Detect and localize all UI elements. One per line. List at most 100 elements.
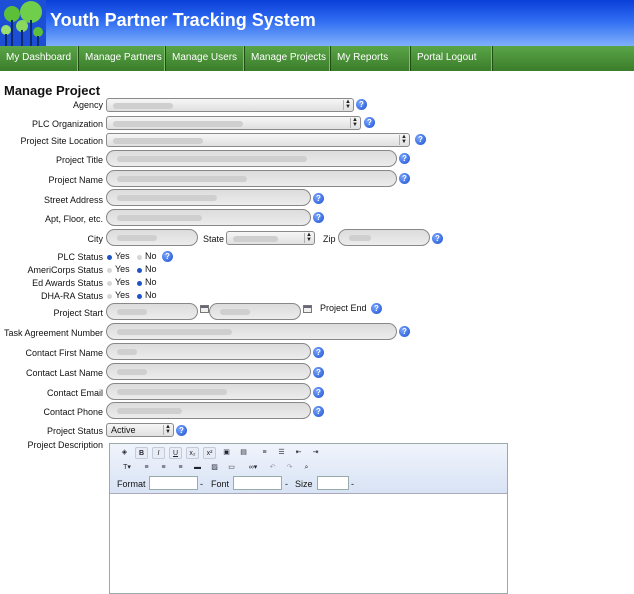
city-label: City bbox=[87, 234, 104, 244]
size-label: Size bbox=[295, 479, 313, 489]
paste-word-icon[interactable]: ▤ bbox=[237, 447, 250, 459]
align-center-icon[interactable]: ≡ bbox=[157, 462, 170, 474]
app-header: Youth Partner Tracking System bbox=[0, 0, 634, 46]
apt-floor-input[interactable] bbox=[106, 209, 311, 226]
underline-icon[interactable]: U bbox=[169, 447, 182, 459]
street-address-input[interactable] bbox=[106, 189, 311, 206]
project-name-help-icon[interactable]: ? bbox=[399, 173, 410, 184]
task-agreement-help-icon[interactable]: ? bbox=[399, 326, 410, 337]
bulleted-list-icon[interactable]: ☰ bbox=[275, 447, 288, 459]
size-dropdown-icon[interactable]: - bbox=[351, 479, 354, 489]
size-select[interactable] bbox=[317, 476, 349, 490]
align-right-icon[interactable]: ≡ bbox=[174, 462, 187, 474]
select-arrows-icon: ▲ ▼ bbox=[163, 424, 172, 435]
project-status-label: Project Status bbox=[46, 426, 103, 436]
task-agreement-label: Task Agreement Number bbox=[3, 328, 103, 338]
redo-icon[interactable]: ↷ bbox=[283, 462, 296, 474]
contact-phone-help-icon[interactable]: ? bbox=[313, 406, 324, 417]
calendar-icon[interactable] bbox=[303, 305, 312, 313]
plc-status-help-icon[interactable]: ? bbox=[162, 251, 173, 262]
project-title-input[interactable] bbox=[106, 150, 397, 167]
site-location-label: Project Site Location bbox=[20, 136, 103, 146]
contact-first-name-label: Contact First Name bbox=[25, 348, 103, 358]
editor-content-area[interactable] bbox=[110, 494, 507, 593]
agency-help-icon[interactable]: ? bbox=[356, 99, 367, 110]
font-select[interactable] bbox=[233, 476, 282, 490]
plc-status-yes-label: Yes bbox=[115, 251, 130, 261]
nav-my-reports[interactable]: My Reports bbox=[331, 46, 411, 71]
align-left-icon[interactable]: ≡ bbox=[140, 462, 153, 474]
state-select[interactable]: ▲ ▼ bbox=[226, 231, 315, 245]
zip-input[interactable] bbox=[338, 229, 430, 246]
project-status-help-icon[interactable]: ? bbox=[176, 425, 187, 436]
nav-manage-partners[interactable]: Manage Partners bbox=[79, 46, 166, 71]
project-start-input[interactable] bbox=[106, 303, 198, 320]
subscript-icon[interactable]: x₂ bbox=[186, 447, 199, 459]
table-icon[interactable]: ▭ bbox=[225, 462, 238, 474]
superscript-icon[interactable]: x² bbox=[203, 447, 216, 459]
source-icon[interactable]: ◈ bbox=[118, 447, 131, 459]
project-end-label: Project End bbox=[320, 303, 367, 313]
task-agreement-input[interactable] bbox=[106, 323, 397, 340]
contact-last-name-help-icon[interactable]: ? bbox=[313, 367, 324, 378]
zip-label: Zip bbox=[323, 234, 336, 244]
font-dropdown-icon[interactable]: - bbox=[285, 479, 288, 489]
project-title-help-icon[interactable]: ? bbox=[399, 153, 410, 164]
site-location-help-icon[interactable]: ? bbox=[415, 134, 426, 145]
image-icon[interactable]: ▨ bbox=[208, 462, 221, 474]
plc-status-no-radio[interactable] bbox=[137, 255, 142, 260]
nav-manage-projects[interactable]: Manage Projects bbox=[245, 46, 331, 71]
plc-organization-help-icon[interactable]: ? bbox=[364, 117, 375, 128]
city-input[interactable] bbox=[106, 229, 198, 246]
paste-icon[interactable]: ▣ bbox=[220, 447, 233, 459]
agency-select[interactable]: ▲ ▼ bbox=[106, 98, 354, 112]
outdent-icon[interactable]: ⇤ bbox=[292, 447, 305, 459]
nav-portal-logout[interactable]: Portal Logout bbox=[411, 46, 493, 71]
find-icon[interactable]: ⌕ bbox=[300, 462, 313, 474]
site-location-select[interactable]: ▲ ▼ bbox=[106, 133, 410, 147]
street-address-help-icon[interactable]: ? bbox=[313, 193, 324, 204]
calendar-icon[interactable] bbox=[200, 305, 209, 313]
project-status-select[interactable]: Active ▲ ▼ bbox=[106, 423, 174, 437]
americorps-no-radio[interactable] bbox=[137, 268, 142, 273]
bold-icon[interactable]: B bbox=[135, 447, 148, 459]
select-arrows-icon: ▲ ▼ bbox=[350, 117, 359, 128]
agency-label: Agency bbox=[72, 100, 103, 110]
contact-email-input[interactable] bbox=[106, 383, 311, 400]
link-icon[interactable]: ∞▾ bbox=[244, 462, 262, 474]
city-state-zip-help-icon[interactable]: ? bbox=[432, 233, 443, 244]
justify-icon[interactable]: ▬ bbox=[191, 462, 204, 474]
plc-organization-label: PLC Organization bbox=[31, 119, 103, 129]
project-end-input[interactable] bbox=[209, 303, 301, 320]
project-description-label: Project Description bbox=[27, 440, 103, 450]
contact-first-name-help-icon[interactable]: ? bbox=[313, 347, 324, 358]
project-start-label: Project Start bbox=[53, 308, 103, 318]
project-name-input[interactable] bbox=[106, 170, 397, 187]
rich-text-editor[interactable]: ◈ B I U x₂ x² ▣ ▤ ≡ ☰ ⇤ ⇥ T▾ ≡ ≡ ≡ ▬ ▨ ▭… bbox=[109, 443, 508, 594]
ed-awards-yes-radio[interactable] bbox=[107, 281, 112, 286]
nav-manage-users[interactable]: Manage Users bbox=[166, 46, 245, 71]
undo-icon[interactable]: ↶ bbox=[266, 462, 279, 474]
project-dates-help-icon[interactable]: ? bbox=[371, 303, 382, 314]
numbered-list-icon[interactable]: ≡ bbox=[258, 447, 271, 459]
street-address-label: Street Address bbox=[43, 195, 103, 205]
dha-ra-yes-label: Yes bbox=[115, 290, 130, 300]
contact-last-name-input[interactable] bbox=[106, 363, 311, 380]
dha-ra-yes-radio[interactable] bbox=[107, 294, 112, 299]
contact-first-name-input[interactable] bbox=[106, 343, 311, 360]
indent-icon[interactable]: ⇥ bbox=[309, 447, 322, 459]
dha-ra-no-radio[interactable] bbox=[137, 294, 142, 299]
italic-icon[interactable]: I bbox=[152, 447, 165, 459]
nav-my-dashboard[interactable]: My Dashboard bbox=[0, 46, 79, 71]
format-dropdown-icon[interactable]: - bbox=[200, 479, 203, 489]
plc-status-yes-radio[interactable] bbox=[107, 255, 112, 260]
contact-email-help-icon[interactable]: ? bbox=[313, 387, 324, 398]
state-label: State bbox=[203, 234, 225, 244]
apt-floor-help-icon[interactable]: ? bbox=[313, 212, 324, 223]
contact-phone-input[interactable] bbox=[106, 402, 311, 419]
text-color-icon[interactable]: T▾ bbox=[118, 462, 136, 474]
format-select[interactable] bbox=[149, 476, 198, 490]
ed-awards-no-radio[interactable] bbox=[137, 281, 142, 286]
americorps-yes-radio[interactable] bbox=[107, 268, 112, 273]
plc-organization-select[interactable]: ▲ ▼ bbox=[106, 116, 361, 130]
